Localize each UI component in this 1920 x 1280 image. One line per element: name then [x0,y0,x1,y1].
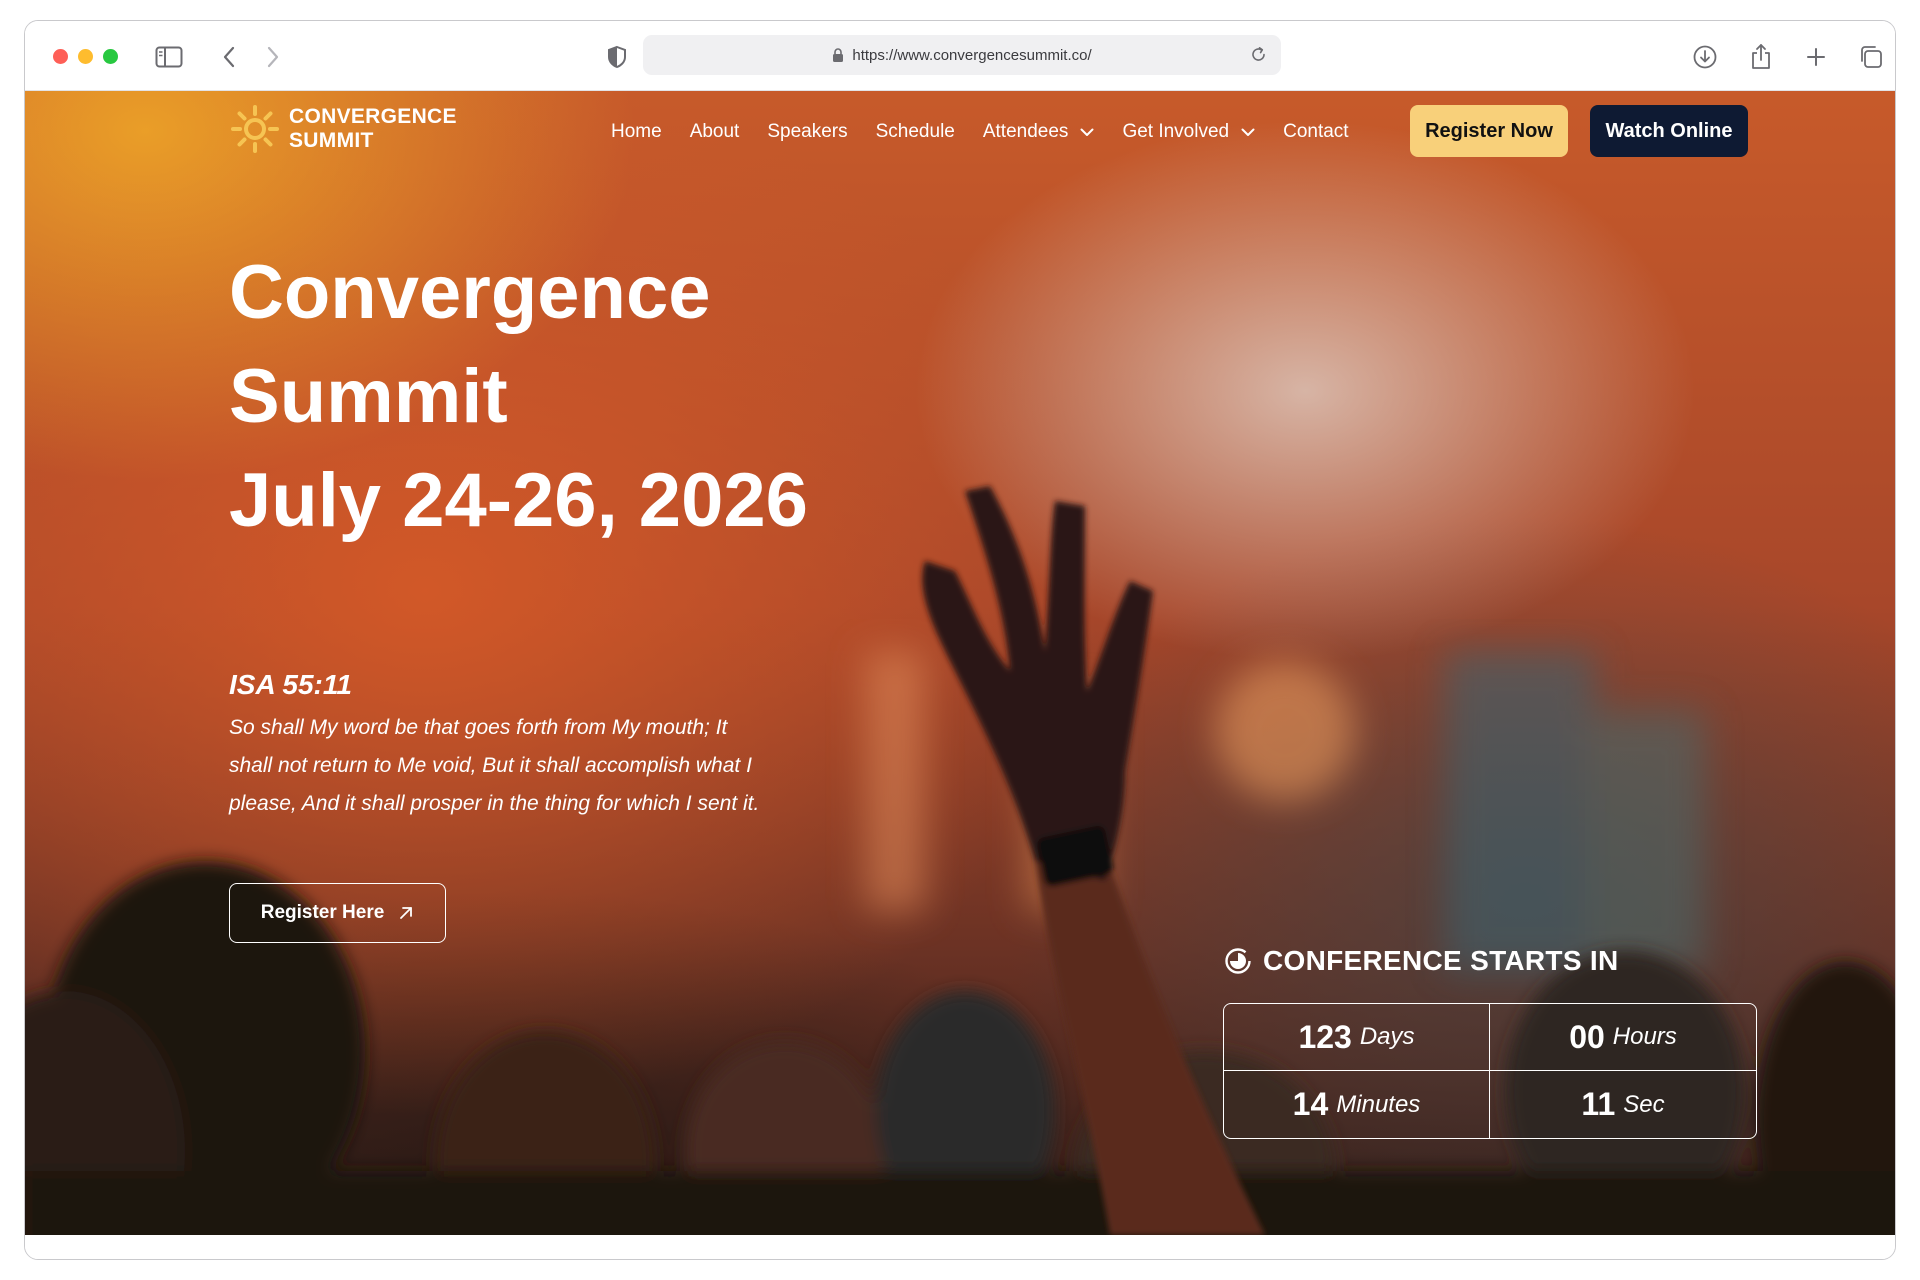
site-logo[interactable]: CONVERGENCE SUMMIT [229,103,457,155]
register-here-label: Register Here [260,902,385,923]
nav-attendees[interactable]: Attendees [983,121,1095,143]
chevron-down-icon [1241,128,1255,137]
nav-attendees-label: Attendees [982,121,1069,142]
reload-icon[interactable] [1250,46,1267,63]
shield-icon[interactable] [603,43,631,71]
register-now-button[interactable]: Register Now [1410,105,1568,157]
hero-title-line-2: Summit [229,354,508,439]
page-bottom-edge [25,1235,1895,1259]
seconds-label: Sec [1623,1090,1665,1118]
seconds-value: 11 [1581,1086,1616,1122]
logo-line-2: SUMMIT [289,129,374,152]
countdown-title-text: CONFERENCE STARTS IN [1263,945,1619,976]
countdown-seconds: 11 Sec [1490,1071,1756,1138]
arrow-up-right-icon [398,905,414,921]
url-text: https://www.convergencesummit.co/ [852,46,1092,64]
download-icon[interactable] [1691,43,1719,71]
minutes-value: 14 [1292,1086,1329,1122]
logo-line-1: CONVERGENCE [289,105,457,128]
browser-window: https://www.convergencesummit.co/ CONVER… [24,20,1896,1260]
minutes-label: Minutes [1336,1090,1421,1118]
countdown-timer: 123 Days 00 Hours 14 Minutes 11 Sec [1223,1003,1757,1139]
verse-reference: ISA 55:11 [229,669,352,700]
nav-schedule[interactable]: Schedule [876,121,955,143]
countdown-hours: 00 Hours [1490,1004,1756,1071]
hero-title-line-3: July 24-26, 2026 [229,458,808,543]
clock-icon [1223,946,1253,976]
nav-about[interactable]: About [690,121,740,143]
tabs-overview-icon[interactable] [1857,43,1885,71]
close-window-button[interactable] [53,49,68,64]
logo-wordmark: CONVERGENCE SUMMIT [289,105,457,153]
browser-toolbar: https://www.convergencesummit.co/ [25,21,1895,91]
share-icon[interactable] [1747,43,1775,71]
hero-section: CONVERGENCE SUMMIT Home About Speakers S… [25,91,1895,1235]
main-nav: Home About Speakers Schedule Attendees G… [611,119,1377,145]
nav-contact[interactable]: Contact [1283,121,1348,143]
register-here-button[interactable]: Register Here [229,883,446,943]
nav-get-involved-label: Get Involved [1122,121,1230,142]
chevron-left-icon[interactable] [215,43,243,71]
watch-online-button[interactable]: Watch Online [1590,105,1748,157]
zoom-window-button[interactable] [103,49,118,64]
lock-icon [832,47,844,63]
plus-icon[interactable] [1802,43,1830,71]
nav-home[interactable]: Home [611,121,662,143]
hours-value: 00 [1569,1018,1605,1055]
address-bar[interactable]: https://www.convergencesummit.co/ [643,35,1281,75]
hero-title: Convergence Summit July 24-26, 2026 [229,241,808,553]
sun-logo-icon [231,105,279,153]
countdown-title: CONFERENCE STARTS IN [1223,945,1619,977]
verse-text: So shall My word be that goes forth from… [229,716,760,815]
days-label: Days [1359,1023,1415,1050]
chevron-down-icon [1080,128,1094,137]
countdown-days: 123 Days [1224,1004,1490,1071]
nav-get-involved[interactable]: Get Involved [1122,121,1255,143]
nav-speakers[interactable]: Speakers [767,121,847,143]
chevron-right-icon[interactable] [259,43,287,71]
minimize-window-button[interactable] [78,49,93,64]
countdown-minutes: 14 Minutes [1224,1071,1490,1138]
sidebar-icon[interactable] [155,43,183,71]
hero-title-line-1: Convergence [229,250,711,335]
hours-label: Hours [1612,1023,1677,1050]
days-value: 123 [1298,1018,1352,1055]
